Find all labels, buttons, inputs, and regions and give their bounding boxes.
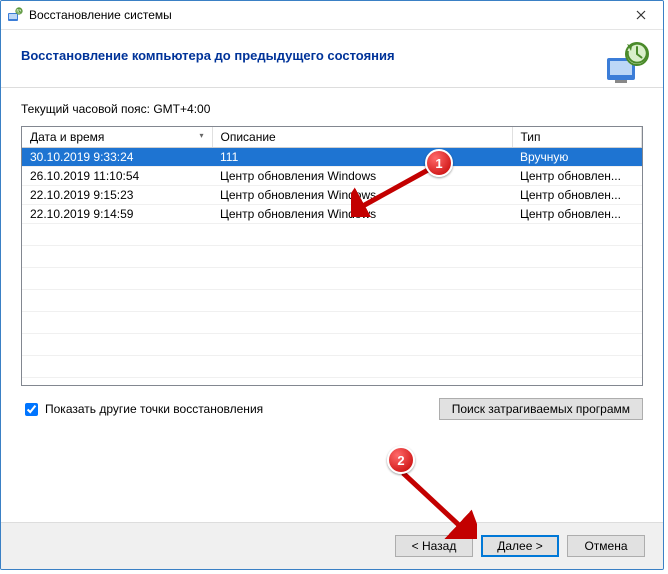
show-more-restore-points-checkbox[interactable]: Показать другие точки восстановления xyxy=(21,400,263,419)
close-button[interactable] xyxy=(619,1,663,29)
table-row[interactable]: 22.10.2019 9:15:23Центр обновления Windo… xyxy=(22,186,642,205)
cell-datetime: 26.10.2019 11:10:54 xyxy=(22,167,212,186)
timezone-label: Текущий часовой пояс: GMT+4:00 xyxy=(21,102,643,116)
sort-desc-icon: ▾ xyxy=(199,131,203,140)
table-row-empty xyxy=(22,268,642,290)
cell-datetime: 22.10.2019 9:14:59 xyxy=(22,205,212,224)
cell-description: Центр обновления Windows xyxy=(212,167,512,186)
table-row-empty xyxy=(22,312,642,334)
cell-description: 111 xyxy=(212,148,512,167)
wizard-footer: < Назад Далее > Отмена xyxy=(1,522,663,569)
window-title: Восстановление системы xyxy=(29,8,619,22)
table-row[interactable]: 26.10.2019 11:10:54Центр обновления Wind… xyxy=(22,167,642,186)
col-header-datetime[interactable]: Дата и время ▾ xyxy=(22,127,212,148)
app-icon xyxy=(7,7,23,23)
titlebar: Восстановление системы xyxy=(1,1,663,30)
table-row-empty xyxy=(22,290,642,312)
table-row-empty xyxy=(22,334,642,356)
cell-datetime: 30.10.2019 9:33:24 xyxy=(22,148,212,167)
system-restore-big-icon xyxy=(603,40,651,88)
cell-description: Центр обновления Windows xyxy=(212,186,512,205)
back-button[interactable]: < Назад xyxy=(395,535,473,557)
cell-type: Центр обновлен... xyxy=(512,167,642,186)
show-more-checkbox-input[interactable] xyxy=(25,403,38,416)
col-header-description[interactable]: Описание xyxy=(212,127,512,148)
system-restore-window: Восстановление системы Восстановление ко… xyxy=(0,0,664,570)
next-button[interactable]: Далее > xyxy=(481,535,559,557)
cell-datetime: 22.10.2019 9:15:23 xyxy=(22,186,212,205)
table-header-row: Дата и время ▾ Описание Тип xyxy=(22,127,642,148)
annotation-badge-1: 1 xyxy=(425,149,453,177)
under-table-row: Показать другие точки восстановления Пои… xyxy=(21,398,643,420)
table-row-empty xyxy=(22,246,642,268)
col-header-type[interactable]: Тип xyxy=(512,127,642,148)
table-row-empty xyxy=(22,378,642,387)
table-row-empty xyxy=(22,356,642,378)
page-heading: Восстановление компьютера до предыдущего… xyxy=(21,48,643,63)
table-row[interactable]: 30.10.2019 9:33:24111Вручную xyxy=(22,148,642,167)
table-row[interactable]: 22.10.2019 9:14:59Центр обновления Windo… xyxy=(22,205,642,224)
close-icon xyxy=(636,7,646,23)
cell-type: Центр обновлен... xyxy=(512,186,642,205)
cancel-button[interactable]: Отмена xyxy=(567,535,645,557)
scan-affected-programs-button[interactable]: Поиск затрагиваемых программ xyxy=(439,398,643,420)
cell-type: Вручную xyxy=(512,148,642,167)
table-row-empty xyxy=(22,224,642,246)
show-more-checkbox-label: Показать другие точки восстановления xyxy=(45,402,263,416)
wizard-header: Восстановление компьютера до предыдущего… xyxy=(1,30,663,88)
cell-type: Центр обновлен... xyxy=(512,205,642,224)
restore-points-table[interactable]: Дата и время ▾ Описание Тип 30.10.2019 9… xyxy=(21,126,643,386)
cell-description: Центр обновления Windows xyxy=(212,205,512,224)
wizard-body: Текущий часовой пояс: GMT+4:00 Дата и вр… xyxy=(1,88,663,420)
annotation-badge-2: 2 xyxy=(387,446,415,474)
